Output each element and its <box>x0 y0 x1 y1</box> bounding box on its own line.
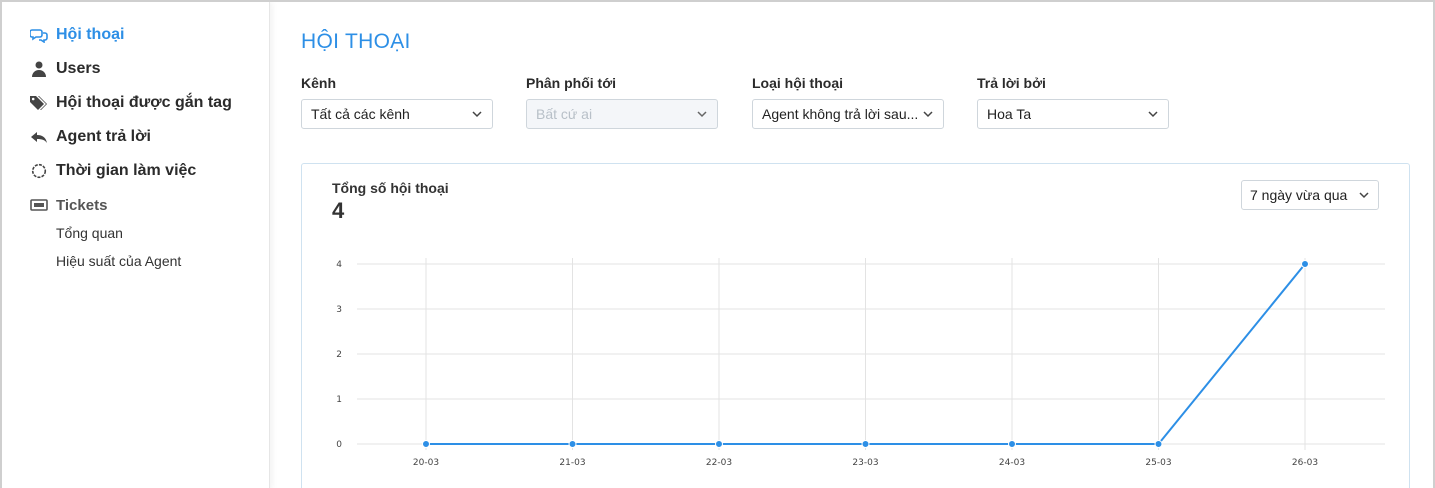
sidebar: Hội thoại Users Hội thoại được gắn tag A… <box>2 2 270 488</box>
conversation-type-select[interactable]: Agent không trả lời sau... <box>752 99 944 129</box>
select-value: Hoa Ta <box>987 106 1032 122</box>
sidebar-subitem-overview[interactable]: Tổng quan <box>56 225 123 241</box>
sidebar-item-tagged-conversations[interactable]: Hội thoại được gắn tag <box>30 91 232 115</box>
conversations-line-chart: 0 1 2 3 4 20-03 21-03 22-03 23-03 24-03 25-03 26-03 <box>336 258 1385 468</box>
sidebar-subitem-agent-performance[interactable]: Hiệu suất của Agent <box>56 253 181 269</box>
chevron-down-icon <box>472 111 482 118</box>
data-point <box>861 440 870 448</box>
x-tick-label: 26-03 <box>1292 458 1318 468</box>
user-icon <box>30 60 48 78</box>
filter-label: Phân phối tới <box>526 75 617 91</box>
sidebar-item-label: Hội thoại được gắn tag <box>56 94 232 111</box>
filter-channel: Kênh Tất cả các kênh <box>301 75 493 129</box>
select-value: Tất cả các kênh <box>311 106 410 122</box>
filter-label: Kênh <box>301 75 336 91</box>
select-value: Bất cứ ai <box>536 106 593 122</box>
channel-select[interactable]: Tất cả các kênh <box>301 99 493 129</box>
select-value: Agent không trả lời sau... <box>762 106 919 122</box>
chevron-down-icon <box>697 111 707 118</box>
main-content: HỘI THOẠI Kênh Tất cả các kênh Phân phối… <box>272 2 1433 488</box>
chevron-down-icon <box>923 111 933 118</box>
replied-by-select[interactable]: Hoa Ta <box>977 99 1169 129</box>
filter-conversation-type: Loại hội thoại Agent không trả lời sau..… <box>752 75 944 129</box>
x-tick-label: 21-03 <box>559 458 585 468</box>
sidebar-item-label: Agent trả lời <box>56 128 151 145</box>
sidebar-item-label: Thời gian làm việc <box>56 162 197 179</box>
clock-icon <box>30 162 48 180</box>
filter-label: Loại hội thoại <box>752 75 843 91</box>
y-tick-label: 4 <box>336 260 342 270</box>
reply-all-icon <box>30 128 48 146</box>
chat-bubbles-icon <box>30 26 48 44</box>
data-point <box>715 440 723 448</box>
app-window: Hội thoại Users Hội thoại được gắn tag A… <box>0 0 1435 488</box>
sidebar-item-working-hours[interactable]: Thời gian làm việc <box>30 159 196 183</box>
data-point <box>1154 440 1163 448</box>
ticket-icon <box>30 196 48 214</box>
data-point <box>1008 440 1016 448</box>
data-point <box>568 440 577 448</box>
data-point <box>1301 260 1309 268</box>
sidebar-item-tickets[interactable]: Tickets <box>30 193 107 217</box>
x-tick-label: 24-03 <box>999 458 1025 468</box>
filter-label: Trả lời bởi <box>977 75 1046 91</box>
filter-replied-by: Trả lời bởi Hoa Ta <box>977 75 1169 129</box>
sidebar-item-label: Hội thoại <box>56 26 125 43</box>
data-point <box>422 440 430 448</box>
x-tick-label: 25-03 <box>1145 458 1171 468</box>
x-tick-label: 22-03 <box>706 458 732 468</box>
sidebar-item-label: Users <box>56 60 101 77</box>
sidebar-item-agent-replies[interactable]: Agent trả lời <box>30 125 151 149</box>
filter-assigned-to: Phân phối tới Bất cứ ai <box>526 75 718 129</box>
sidebar-item-label: Tickets <box>56 196 108 214</box>
sidebar-item-users[interactable]: Users <box>30 57 100 81</box>
y-tick-label: 3 <box>336 305 342 315</box>
sidebar-item-conversations[interactable]: Hội thoại <box>30 23 124 47</box>
chevron-down-icon <box>1148 111 1158 118</box>
x-tick-label: 20-03 <box>413 458 439 468</box>
y-tick-label: 1 <box>336 395 342 405</box>
y-tick-label: 2 <box>336 350 342 360</box>
y-tick-label: 0 <box>336 440 342 450</box>
tags-icon <box>30 94 48 112</box>
assigned-to-select: Bất cứ ai <box>526 99 718 129</box>
total-conversations-card: Tổng số hội thoại 4 7 ngày vừa qua 01234… <box>301 163 1410 488</box>
x-tick-label: 23-03 <box>852 458 878 468</box>
page-title: HỘI THOẠI <box>301 30 411 53</box>
